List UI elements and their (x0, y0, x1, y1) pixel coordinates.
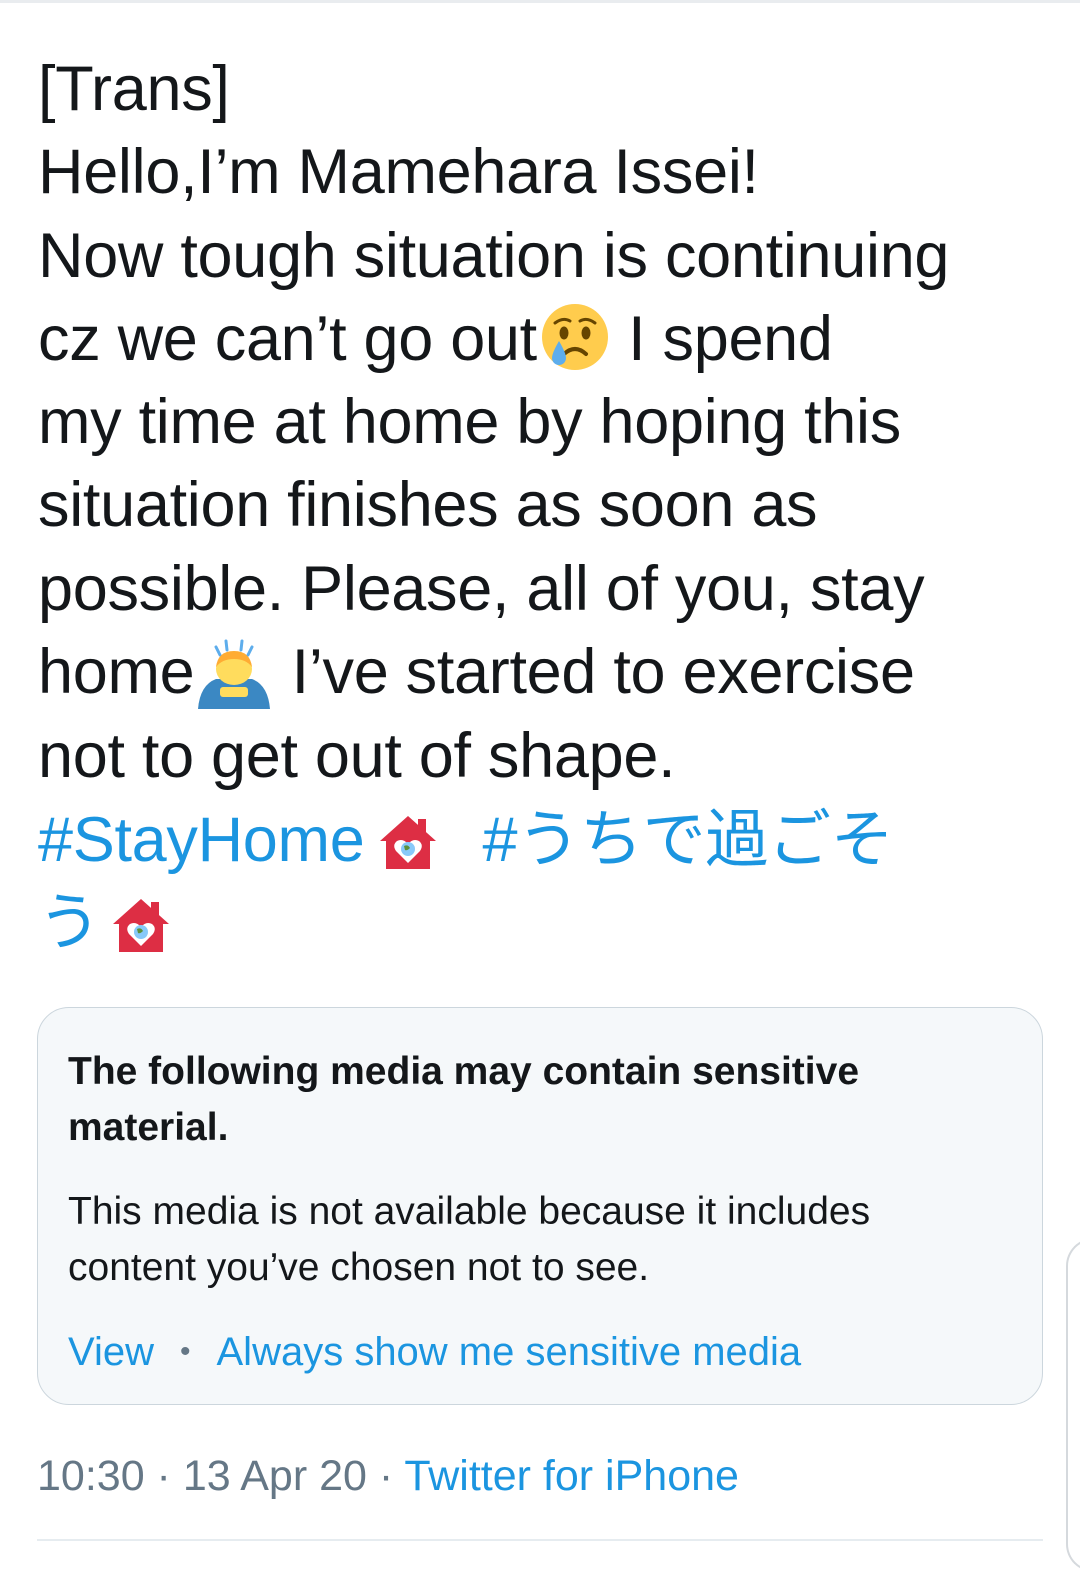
tweet-text-segment: I spend (610, 303, 833, 374)
tweet-meta: 10:30 · 13 Apr 20 · Twitter for iPhone (37, 1447, 739, 1505)
house-with-earth-heart-icon (378, 809, 438, 870)
tweet-text-segment: I’ve started to exercise (274, 637, 915, 708)
tweet-line: possible. Please, all of you, stay (38, 553, 925, 624)
tweet-line: my time at home by hoping this (38, 387, 901, 458)
person-bowing-icon (194, 633, 274, 711)
top-divider (0, 0, 1080, 3)
tweet-line: home I’ve started to exercise (38, 631, 1048, 715)
hashtag-line: #StayHome #うちで過ごそ (38, 799, 1048, 882)
tweet-source-link[interactable]: Twitter for iPhone (404, 1452, 739, 1500)
hashtag-uchidesugosou-cont[interactable]: う (38, 888, 101, 958)
separator-dot: • (179, 1335, 191, 1368)
sensitive-media-notice: The following media may contain sensitiv… (37, 1007, 1043, 1405)
tweet-line: [Trans] (38, 54, 230, 124)
notice-actions: View • Always show me sensitive media (68, 1324, 1008, 1380)
hashtag-uchidesugosou[interactable]: #うちで過ごそ (482, 805, 893, 875)
always-show-sensitive-link[interactable]: Always show me sensitive media (217, 1330, 802, 1374)
tweet-date: 13 Apr 20 (182, 1452, 367, 1500)
tweet-line: not to get out of shape. (38, 721, 676, 792)
tweet-time: 10:30 (37, 1452, 145, 1500)
hashtag-stayhome[interactable]: #StayHome (38, 805, 365, 875)
notice-body: This media is not available because it i… (68, 1190, 871, 1289)
tweet-line: Now tough situation is continuing (38, 220, 950, 291)
tweet-line: Hello,I’m Mamehara Issei! (38, 137, 759, 208)
tweet-line: cz we can’t go out I spend (38, 298, 1048, 381)
hashtag-line: う (38, 882, 1048, 965)
tweet-text-segment: home (38, 637, 195, 708)
crying-face-icon (539, 301, 611, 373)
bottom-divider (37, 1539, 1043, 1541)
scroll-handle[interactable] (1066, 1238, 1080, 1572)
tweet-text-segment: cz we can’t go out (38, 303, 537, 374)
notice-title: The following media may contain sensitiv… (68, 1050, 860, 1149)
meta-separator: · (366, 1452, 405, 1500)
view-media-link[interactable]: View (68, 1330, 154, 1374)
tweet-line: situation finishes as soon as (38, 470, 818, 541)
house-with-earth-heart-icon (111, 892, 171, 953)
tweet-text: [Trans] Hello,I’m Mamehara Issei! Now to… (38, 48, 1048, 965)
meta-separator: · (144, 1452, 183, 1500)
